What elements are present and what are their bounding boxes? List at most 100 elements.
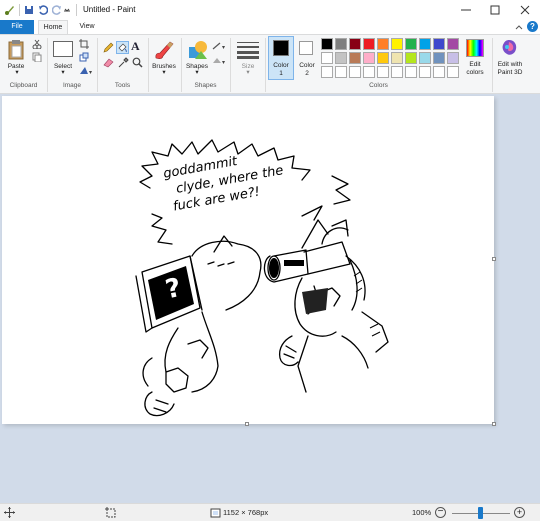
- palette-swatch[interactable]: [419, 38, 431, 50]
- pencil-icon[interactable]: [103, 42, 114, 53]
- palette-swatch[interactable]: [433, 38, 445, 50]
- palette-swatch[interactable]: [447, 52, 459, 64]
- resize-handle-right[interactable]: [492, 257, 496, 261]
- zoom-out-button[interactable]: −: [435, 507, 446, 518]
- zoom-in-button[interactable]: +: [514, 507, 525, 518]
- palette-swatch[interactable]: [321, 38, 333, 50]
- group-image: Image: [62, 82, 82, 89]
- redo-icon[interactable]: [51, 4, 63, 16]
- palette-swatch[interactable]: [433, 52, 445, 64]
- paste-dropdown-icon[interactable]: ▾: [12, 69, 22, 77]
- edit-colors-icon[interactable]: [466, 39, 484, 57]
- svg-text:▾: ▾: [89, 70, 92, 75]
- select-icon[interactable]: [53, 41, 73, 57]
- palette-swatch[interactable]: [405, 66, 417, 78]
- group-shapes: Shapes: [194, 82, 217, 89]
- palette-swatch[interactable]: [447, 38, 459, 50]
- palette-swatch[interactable]: [433, 66, 445, 78]
- canvas-size-icon: [210, 507, 221, 518]
- palette-swatch[interactable]: [377, 38, 389, 50]
- drawing-sketch: [135, 139, 389, 417]
- tab-file[interactable]: File: [0, 20, 34, 34]
- copy-icon[interactable]: [32, 52, 42, 63]
- drawing-canvas[interactable]: goddammit clyde, where the fuck are we?!…: [2, 96, 494, 424]
- select-dropdown-icon[interactable]: ▾: [58, 69, 68, 77]
- ribbon-tabs: File Home View ?: [0, 20, 540, 34]
- zoom-slider-thumb[interactable]: [478, 507, 483, 519]
- brushes-icon[interactable]: [153, 39, 175, 61]
- resize-icon[interactable]: [79, 52, 89, 62]
- palette-swatch[interactable]: [335, 38, 347, 50]
- svg-text:▾: ▾: [222, 45, 225, 51]
- color-palette: [321, 38, 463, 80]
- ribbon: Paste ▾ Clipboard Select ▾ ▾ Image A Too…: [0, 34, 540, 94]
- maximize-button[interactable]: [480, 0, 509, 20]
- svg-text:▾: ▾: [222, 60, 225, 66]
- rotate-icon[interactable]: ▾: [79, 65, 93, 76]
- size-dropdown-icon[interactable]: ▾: [243, 69, 253, 77]
- undo-icon[interactable]: [37, 4, 49, 16]
- shapes-dropdown-icon[interactable]: ▾: [192, 69, 202, 77]
- cursor-position-icon: [4, 507, 15, 518]
- collapse-ribbon-icon[interactable]: [514, 22, 524, 32]
- help-icon[interactable]: ?: [527, 21, 538, 32]
- palette-swatch[interactable]: [321, 66, 333, 78]
- close-button[interactable]: [510, 0, 539, 20]
- palette-swatch[interactable]: [391, 66, 403, 78]
- cut-icon[interactable]: [32, 39, 42, 50]
- fill-shape-icon[interactable]: ▾: [212, 56, 228, 66]
- outline-icon[interactable]: ▾: [212, 41, 228, 51]
- palette-swatch[interactable]: [335, 52, 347, 64]
- text-tool-icon[interactable]: A: [131, 39, 145, 53]
- palette-swatch[interactable]: [349, 38, 361, 50]
- group-tools: Tools: [114, 82, 131, 89]
- paint-app-icon: [4, 4, 16, 16]
- palette-swatch[interactable]: [377, 66, 389, 78]
- color1-label: Color 1: [273, 62, 289, 77]
- palette-swatch[interactable]: [391, 38, 403, 50]
- edit-with-paint3d-button[interactable]: Edit with Paint 3D: [494, 61, 526, 77]
- resize-handle-bottom[interactable]: [245, 422, 249, 426]
- palette-swatch[interactable]: [447, 66, 459, 78]
- size-icon[interactable]: [237, 41, 259, 59]
- shapes-icon[interactable]: [187, 39, 209, 61]
- title-bar: Untitled - Paint: [0, 0, 540, 20]
- magnifier-icon[interactable]: [132, 57, 143, 68]
- color-picker-icon[interactable]: [118, 57, 129, 68]
- fill-icon[interactable]: [116, 41, 129, 54]
- palette-swatch[interactable]: [405, 38, 417, 50]
- paste-icon[interactable]: [6, 39, 26, 61]
- zoom-level: 100%: [412, 508, 432, 517]
- color2-label[interactable]: Color 2: [294, 62, 320, 78]
- tab-view[interactable]: View: [72, 20, 102, 34]
- palette-swatch[interactable]: [349, 66, 361, 78]
- save-icon[interactable]: [23, 4, 35, 16]
- palette-swatch[interactable]: [335, 66, 347, 78]
- canvas-dimensions: 1152 × 768px: [223, 508, 269, 517]
- palette-swatch[interactable]: [405, 52, 417, 64]
- palette-swatch[interactable]: [349, 52, 361, 64]
- palette-swatch[interactable]: [321, 52, 333, 64]
- brushes-dropdown-icon[interactable]: ▾: [159, 69, 169, 77]
- palette-swatch[interactable]: [377, 52, 389, 64]
- palette-swatch[interactable]: [419, 66, 431, 78]
- color1-swatch: [273, 40, 289, 56]
- customize-quick-access-icon[interactable]: [63, 4, 71, 16]
- selection-size-icon: [105, 507, 116, 518]
- palette-swatch[interactable]: [363, 38, 375, 50]
- window-title: Untitled - Paint: [83, 5, 136, 14]
- palette-swatch[interactable]: [363, 52, 375, 64]
- tab-home[interactable]: Home: [38, 20, 68, 34]
- palette-swatch[interactable]: [363, 66, 375, 78]
- resize-handle-corner[interactable]: [492, 422, 496, 426]
- color2-swatch[interactable]: [299, 41, 313, 55]
- crop-icon[interactable]: [79, 39, 89, 49]
- status-bar: 1152 × 768px 100% − +: [0, 503, 540, 521]
- paint3d-icon[interactable]: [500, 39, 518, 57]
- group-colors: Colors: [369, 82, 388, 89]
- palette-swatch[interactable]: [419, 52, 431, 64]
- edit-colors-button[interactable]: Edit colors: [461, 61, 489, 77]
- minimize-button[interactable]: [451, 0, 480, 20]
- palette-swatch[interactable]: [391, 52, 403, 64]
- eraser-icon[interactable]: [103, 57, 114, 68]
